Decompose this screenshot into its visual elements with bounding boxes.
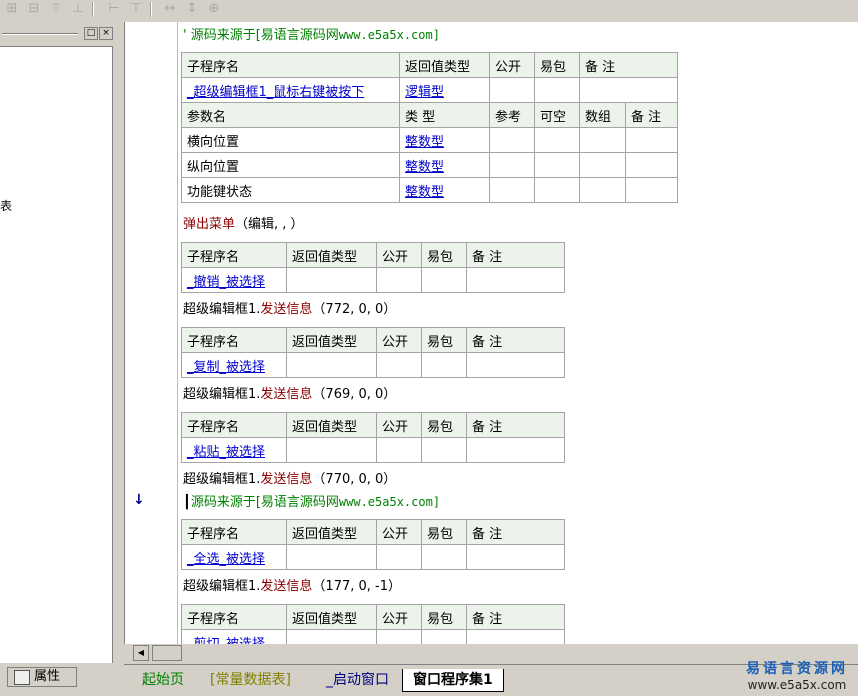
property-tab-label: 属性 [34,669,61,684]
width-icon[interactable]: ↔ [160,1,180,17]
align-bottom-icon[interactable]: ⊥ [68,1,88,17]
param-header-cell: 参考 [489,102,535,128]
sub-name-cell[interactable]: _剪切_被选择 [181,629,287,644]
header-cell: 公开 [376,604,422,630]
param-header-cell: 参数名 [181,102,400,128]
restore-button[interactable]: □ [84,27,98,40]
param-header-cell: 备 注 [625,102,678,128]
header-cell: 公开 [376,242,422,268]
code-line[interactable]: 超级编辑框1.发送信息（770, 0, 0） [183,468,396,487]
header-cell: 备 注 [466,327,565,353]
header-cell: 返回值类型 [286,327,377,353]
main-sub-table: 子程序名 返回值类型 公开 易包 备 注 _超级编辑框1_鼠标右键被按下 逻辑型… [181,52,678,203]
watermark-title: 易语言资源网 [746,661,848,677]
tab-window-assembly[interactable]: 窗口程序集1 [402,669,504,692]
param-header-cell: 数组 [579,102,626,128]
toolbar: ⊞ ⊟ ⫪ ⊥ ⊢ ⊤ ↔ ↕ ⊕ [0,0,300,20]
header-cell: 易包 [421,327,467,353]
height-icon[interactable]: ↕ [182,1,202,17]
sub-table: 子程序名 返回值类型 公开 易包 备 注 _撤销_被选择 [181,242,565,293]
panel-text: 表 [0,199,13,213]
param-row[interactable]: 功能键状态 整数型 [181,177,678,203]
header-cell: 公开 [376,412,422,438]
code-line[interactable]: 超级编辑框1.发送信息（772, 0, 0） [183,298,396,317]
equal-height-icon[interactable]: ⊤ [126,1,146,17]
header-cell: 子程序名 [181,242,287,268]
left-panel: □ × 表 [0,22,118,664]
param-header-cell: 可空 [534,102,580,128]
panel-titlebar: □ × [0,26,116,40]
align-top-icon[interactable]: ⫪ [46,1,66,17]
sub-name-cell[interactable]: _粘贴_被选择 [181,437,287,463]
param-row[interactable]: 横向位置 整数型 [181,127,678,153]
param-type-cell[interactable]: 整数型 [399,152,490,178]
code-line[interactable]: 超级编辑框1.发送信息（177, 0, -1） [183,575,401,594]
comment-line: ┃源码来源于[易语言源码网www.e5a5x.com] [183,495,441,510]
sub-table: 子程序名 返回值类型 公开 易包 备 注 _剪切_被选择 [181,604,565,644]
site-watermark: 易语言资源网 www.e5a5x.com [746,658,848,692]
param-name-cell[interactable]: 横向位置 [181,127,400,153]
header-cell: 备 注 [579,52,678,78]
equal-width-icon[interactable]: ⊢ [104,1,124,17]
tab-start-page[interactable]: 起始页 [132,669,194,691]
header-cell: 公开 [489,52,535,78]
header-cell: 公开 [376,327,422,353]
header-cell: 子程序名 [181,327,287,353]
return-type-cell[interactable]: 逻辑型 [399,77,490,103]
close-button[interactable]: × [99,27,113,40]
scroll-left-icon[interactable]: ◀ [133,645,149,661]
scroll-thumb[interactable] [152,645,182,661]
editor-gutter: ↓ [125,22,179,644]
header-cell: 易包 [421,242,467,268]
sub-table: 子程序名 返回值类型 公开 易包 备 注 _粘贴_被选择 [181,412,565,463]
current-line-arrow-icon: ↓ [133,492,145,508]
header-cell: 备 注 [466,604,565,630]
comment-line: ' 源码来源于[易语言源码网www.e5a5x.com] [183,28,440,43]
header-cell: 易包 [421,412,467,438]
code-line[interactable]: 弹出菜单（编辑, , ） [183,213,304,232]
code-editor[interactable]: ↓ ' 源码来源于[易语言源码网www.e5a5x.com] 子程序名 返回值类… [124,22,858,644]
header-cell: 子程序名 [181,604,287,630]
header-cell: 返回值类型 [286,412,377,438]
size-icon[interactable]: ⊕ [204,1,224,17]
align-center-icon[interactable]: ⊟ [24,1,44,17]
param-type-cell[interactable]: 整数型 [399,177,490,203]
header-cell: 易包 [421,519,467,545]
property-tab[interactable]: 属性 [7,667,77,687]
header-cell: 易包 [534,52,580,78]
sub-name-cell[interactable]: _超级编辑框1_鼠标右键被按下 [181,77,400,103]
sub-table: 子程序名 返回值类型 公开 易包 备 注 _复制_被选择 [181,327,565,378]
header-cell: 返回值类型 [286,604,377,630]
header-cell: 备 注 [466,519,565,545]
param-row[interactable]: 纵向位置 整数型 [181,152,678,178]
editor-content: ' 源码来源于[易语言源码网www.e5a5x.com] 子程序名 返回值类型 … [181,22,858,644]
header-cell: 子程序名 [181,519,287,545]
sub-name-cell[interactable]: _复制_被选择 [181,352,287,378]
sub-name-cell[interactable]: _撤销_被选择 [181,267,287,293]
header-cell: 备 注 [466,242,565,268]
watermark-url: www.e5a5x.com [747,678,847,692]
param-header-cell: 类 型 [399,102,490,128]
header-cell: 子程序名 [181,412,287,438]
header-cell: 公开 [376,519,422,545]
property-icon [14,670,30,685]
sub-table: 子程序名 返回值类型 公开 易包 备 注 _全选_被选择 [181,519,565,570]
panel-body: 表 [0,46,113,663]
param-type-cell[interactable]: 整数型 [399,127,490,153]
align-left-icon[interactable]: ⊞ [2,1,22,17]
header-cell: 返回值类型 [399,52,490,78]
header-cell: 返回值类型 [286,242,377,268]
header-cell: 易包 [421,604,467,630]
sub-name-cell[interactable]: _全选_被选择 [181,544,287,570]
tab-startup-window[interactable]: _启动窗口 [316,669,399,691]
tab-constant-data[interactable]: [常量数据表] [200,669,301,691]
header-cell: 备 注 [466,412,565,438]
code-line[interactable]: 超级编辑框1.发送信息（769, 0, 0） [183,383,396,402]
header-cell: 子程序名 [181,52,400,78]
param-name-cell[interactable]: 功能键状态 [181,177,400,203]
param-name-cell[interactable]: 纵向位置 [181,152,400,178]
header-cell: 返回值类型 [286,519,377,545]
